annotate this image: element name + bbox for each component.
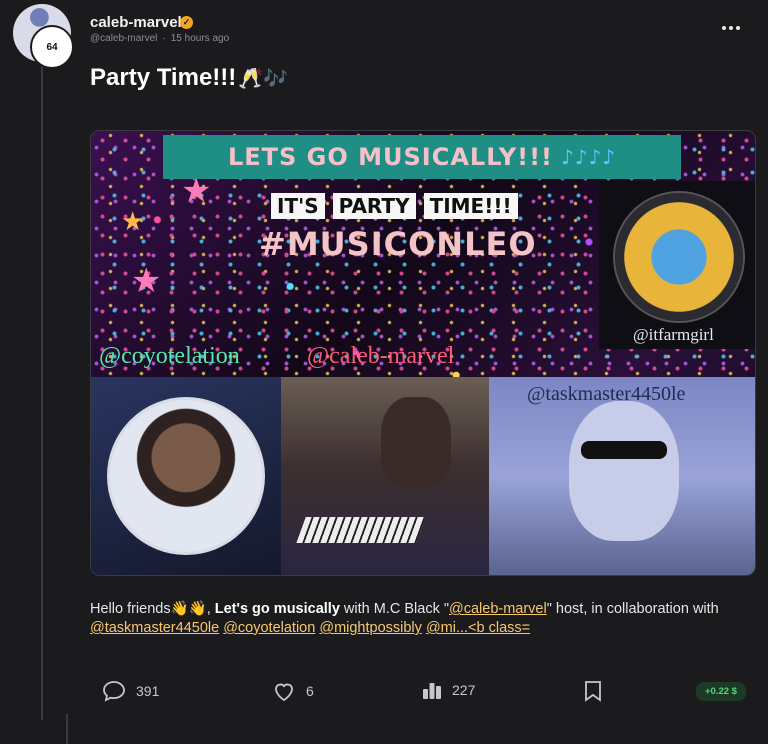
- author-handle[interactable]: @caleb-marvel: [90, 33, 157, 44]
- post-actions: 391 6 227 +0.22 $: [90, 680, 754, 706]
- post-time: 15 hours ago: [170, 33, 230, 44]
- post-meta: @caleb-marvel · 15 hours ago: [90, 33, 229, 44]
- post-image[interactable]: ★ ★ ★ LETS GO MUSICALLY!!! ♪♪♪♪ IT'S PART…: [90, 130, 756, 576]
- post-body: Hello friends👋👋, Let's go musically with…: [90, 601, 719, 636]
- meta-separator: ·: [162, 33, 166, 44]
- party-word: IT'S: [271, 193, 325, 219]
- title-emoji: 🥂🎶: [238, 68, 289, 90]
- mention-link[interactable]: @taskmaster4450le: [90, 620, 219, 636]
- music-notes-icon: ♪♪♪♪: [560, 145, 617, 169]
- body-text-1: with M.C Black ": [339, 601, 449, 617]
- portrait-head: [569, 401, 679, 541]
- payout-badge[interactable]: +0.22 $: [696, 682, 746, 701]
- bookmark-button[interactable]: [584, 680, 602, 702]
- photo-left: [91, 377, 281, 575]
- tag-right: @taskmaster4450le: [527, 383, 686, 405]
- sunglasses: [581, 441, 667, 459]
- mention-link[interactable]: @coyotelation: [223, 620, 315, 636]
- mention-link[interactable]: @caleb-marvel: [449, 601, 547, 617]
- keyboard: [296, 517, 426, 543]
- comment-count: 391: [136, 683, 160, 699]
- body-text-2: " host, in collaboration with: [546, 601, 719, 617]
- photo-right: @taskmaster4450le: [489, 377, 755, 575]
- thread-line: [41, 60, 43, 720]
- bar-chart-icon: [423, 683, 441, 699]
- musician-figure: [381, 397, 451, 487]
- more-dots-icon[interactable]: [720, 20, 742, 36]
- heart-icon: [275, 683, 293, 702]
- portrait-circle: [107, 397, 265, 555]
- photo-middle: [281, 377, 489, 575]
- portrait-circle: [613, 191, 745, 323]
- tag-middle: @caleb-marvel: [307, 343, 455, 369]
- mention-link[interactable]: @mightpossibly: [319, 620, 422, 636]
- party-word: PARTY: [332, 193, 416, 219]
- image-banner: LETS GO MUSICALLY!!! ♪♪♪♪: [163, 135, 681, 179]
- verified-badge-icon: ✓: [180, 16, 193, 29]
- comment-icon: [103, 681, 125, 702]
- portrait-top-right: @itfarmgirl: [599, 181, 755, 349]
- party-words: IT'S PARTY TIME!!!: [271, 193, 518, 219]
- image-hashtag: #MUSICONLEO: [259, 225, 537, 263]
- views-stat: 227: [422, 680, 475, 700]
- bold-text: Let's go musically: [214, 601, 340, 617]
- views-count: 227: [452, 682, 476, 698]
- post-title-text: Party Time!!!: [90, 64, 237, 91]
- post-title: Party Time!!! 🥂🎶: [90, 64, 288, 92]
- like-count: 6: [306, 683, 314, 699]
- tag-left: @coyotelation: [99, 343, 240, 369]
- tag-top-right: @itfarmgirl: [633, 325, 714, 344]
- comment-button[interactable]: 391: [102, 680, 159, 702]
- banner-text: LETS GO MUSICALLY!!!: [227, 143, 553, 171]
- party-word: TIME!!!: [423, 193, 518, 219]
- mention-link[interactable]: @mi...<b class=: [426, 620, 530, 636]
- wave-emoji: 👋👋: [170, 601, 207, 617]
- like-button[interactable]: 6: [272, 680, 314, 702]
- greeting: Hello friends: [90, 601, 171, 617]
- bookmark-icon: [585, 681, 601, 702]
- reputation-badge: 64: [30, 25, 74, 69]
- author-name[interactable]: caleb-marvel: [90, 14, 182, 31]
- star-decoration: ★: [121, 206, 145, 236]
- star-decoration: ★: [131, 262, 162, 300]
